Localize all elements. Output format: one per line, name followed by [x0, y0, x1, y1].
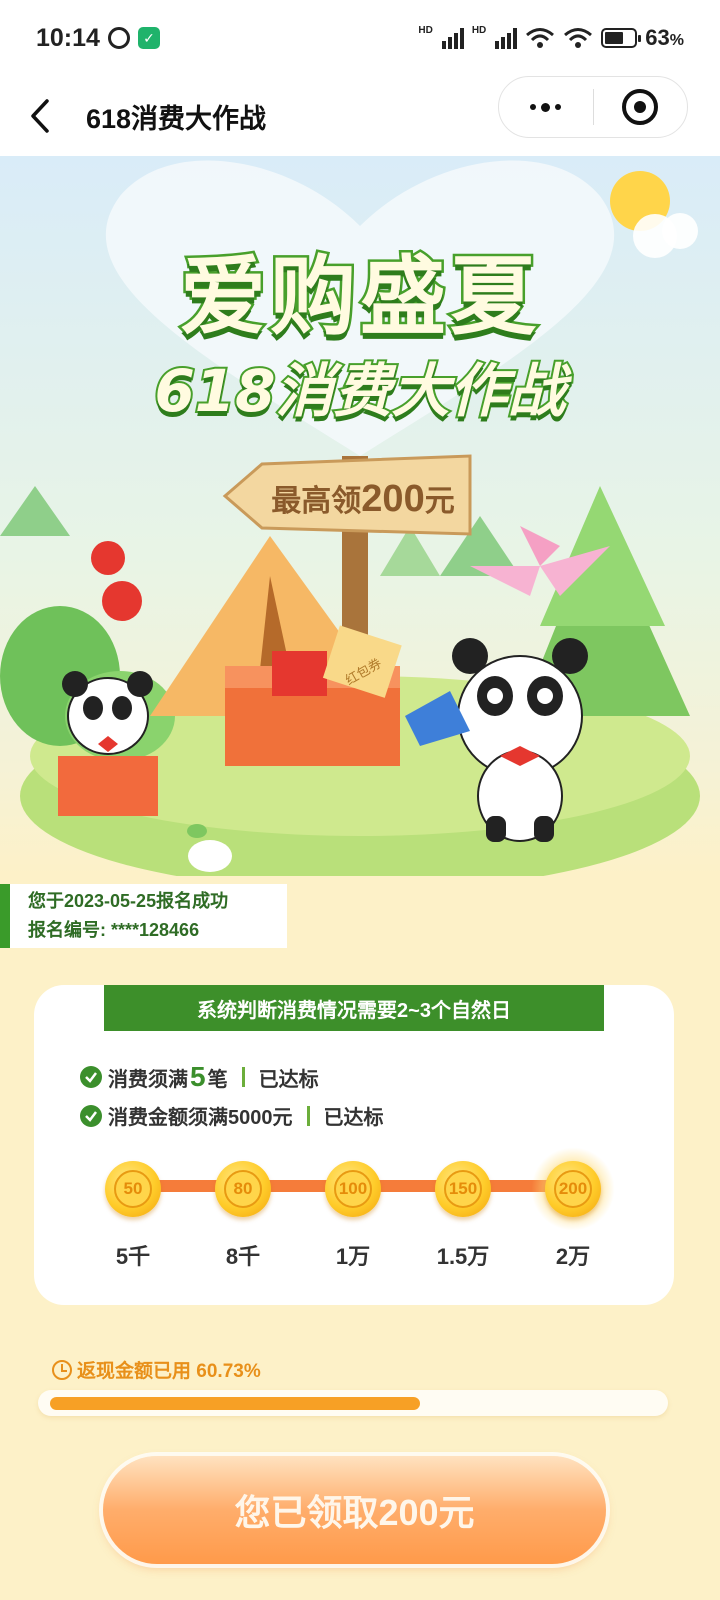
- cashback-text: 返现金额已用 60.73%: [77, 1361, 261, 1382]
- requirement-number: 5: [190, 1061, 206, 1092]
- wifi-icon: [564, 28, 593, 48]
- tier-coin: 50: [105, 1161, 161, 1217]
- tier-label: 5千: [115, 1244, 151, 1269]
- clock-icon: [52, 1359, 72, 1380]
- target-icon: [622, 89, 659, 125]
- cashback-label: 返现金额已用 60.73%: [52, 1356, 261, 1383]
- tier-reward: 80: [224, 1170, 262, 1208]
- battery-percent: 63%: [645, 25, 684, 51]
- more-button[interactable]: [499, 77, 593, 137]
- tier-label: 1.5万: [436, 1244, 490, 1269]
- registration-number: 报名编号: ****128466: [28, 920, 200, 940]
- hero-subtitle: 618消费大作战: [152, 355, 567, 427]
- signal-icon: [495, 27, 518, 49]
- divider: [306, 1105, 310, 1126]
- task-card: 系统判断消费情况需要2~3个自然日 消费须满 5 笔 已达标 消费金额须满500…: [34, 985, 674, 1305]
- requirement-text: 消费金额须满5000元: [108, 1107, 293, 1129]
- chevron-left-icon: [31, 99, 49, 133]
- close-button[interactable]: [594, 77, 688, 137]
- check-circle-icon: [80, 1066, 102, 1088]
- status-indicators: HD HD 63%: [418, 25, 684, 51]
- requirement-count: 消费须满 5 笔 已达标: [80, 1061, 319, 1093]
- hd-label: HD: [418, 25, 433, 36]
- sign-amount: 200: [361, 478, 425, 520]
- signal-icon: [441, 27, 464, 49]
- sign-suffix: 元: [424, 485, 455, 518]
- tier-reward: 150: [444, 1170, 482, 1208]
- tier-coin: 150: [435, 1161, 491, 1217]
- tier-coin-active: 200: [531, 1147, 615, 1231]
- cashback-progress-fill: [50, 1397, 420, 1410]
- tier-label: 2万: [555, 1244, 591, 1269]
- mini-program-capsule: [498, 76, 688, 138]
- sign-prefix: 最高领: [271, 485, 362, 518]
- requirement-unit: 笔: [207, 1068, 228, 1091]
- hero-banner: 爱购盛夏 618消费大作战 最高领200元 红包券: [0, 156, 720, 876]
- nav-bar: 618消费大作战: [0, 76, 720, 156]
- shield-icon: ✓: [137, 27, 160, 49]
- requirement-text: 消费须满: [108, 1068, 188, 1091]
- requirement-amount: 消费金额须满5000元 已达标: [80, 1101, 384, 1130]
- tier-reward: 200: [554, 1170, 592, 1208]
- claim-button[interactable]: 您已领取200元: [103, 1456, 606, 1564]
- status-time: 10:14: [36, 23, 100, 52]
- page-title: 618消费大作战: [86, 103, 267, 134]
- battery-value: 63: [645, 25, 670, 50]
- registration-info: 您于2023-05-25报名成功 报名编号: ****128466: [0, 884, 287, 948]
- requirement-status: 已达标: [323, 1107, 384, 1129]
- tier-coin: 80: [215, 1161, 271, 1217]
- check-circle-icon: [80, 1104, 102, 1127]
- battery-icon: [601, 28, 642, 48]
- registration-date: 您于2023-05-25报名成功: [28, 891, 229, 911]
- max-reward-sign: 最高领200元: [258, 476, 468, 521]
- tier-label: 1万: [335, 1244, 371, 1269]
- card-banner: 系统判断消费情况需要2~3个自然日: [104, 985, 604, 1031]
- divider: [241, 1067, 245, 1087]
- tier-reward: 50: [114, 1170, 152, 1208]
- tier-label: 8千: [225, 1244, 261, 1269]
- battery-unit: %: [669, 32, 684, 49]
- back-button[interactable]: [0, 76, 80, 156]
- hero-title: 爱购盛夏: [178, 245, 540, 350]
- wifi-icon: [526, 28, 555, 48]
- tier-reward: 100: [334, 1170, 372, 1208]
- tier-coin: 100: [325, 1161, 381, 1217]
- requirement-status: 已达标: [258, 1068, 319, 1091]
- alarm-icon: [107, 27, 130, 49]
- status-bar: 10:14 ✓ HD HD 63%: [0, 0, 720, 76]
- hd-label: HD: [471, 25, 487, 36]
